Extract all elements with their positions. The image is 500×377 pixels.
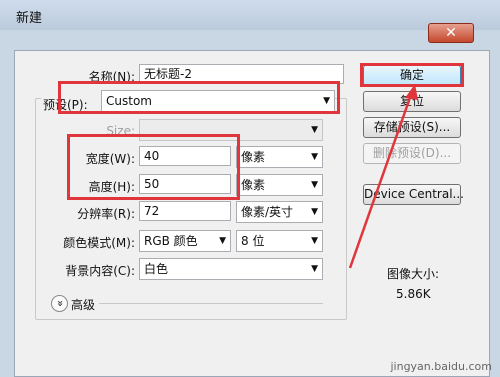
watermark: jingyan.baidu.com (390, 360, 492, 373)
annotation-arrow (348, 84, 418, 269)
